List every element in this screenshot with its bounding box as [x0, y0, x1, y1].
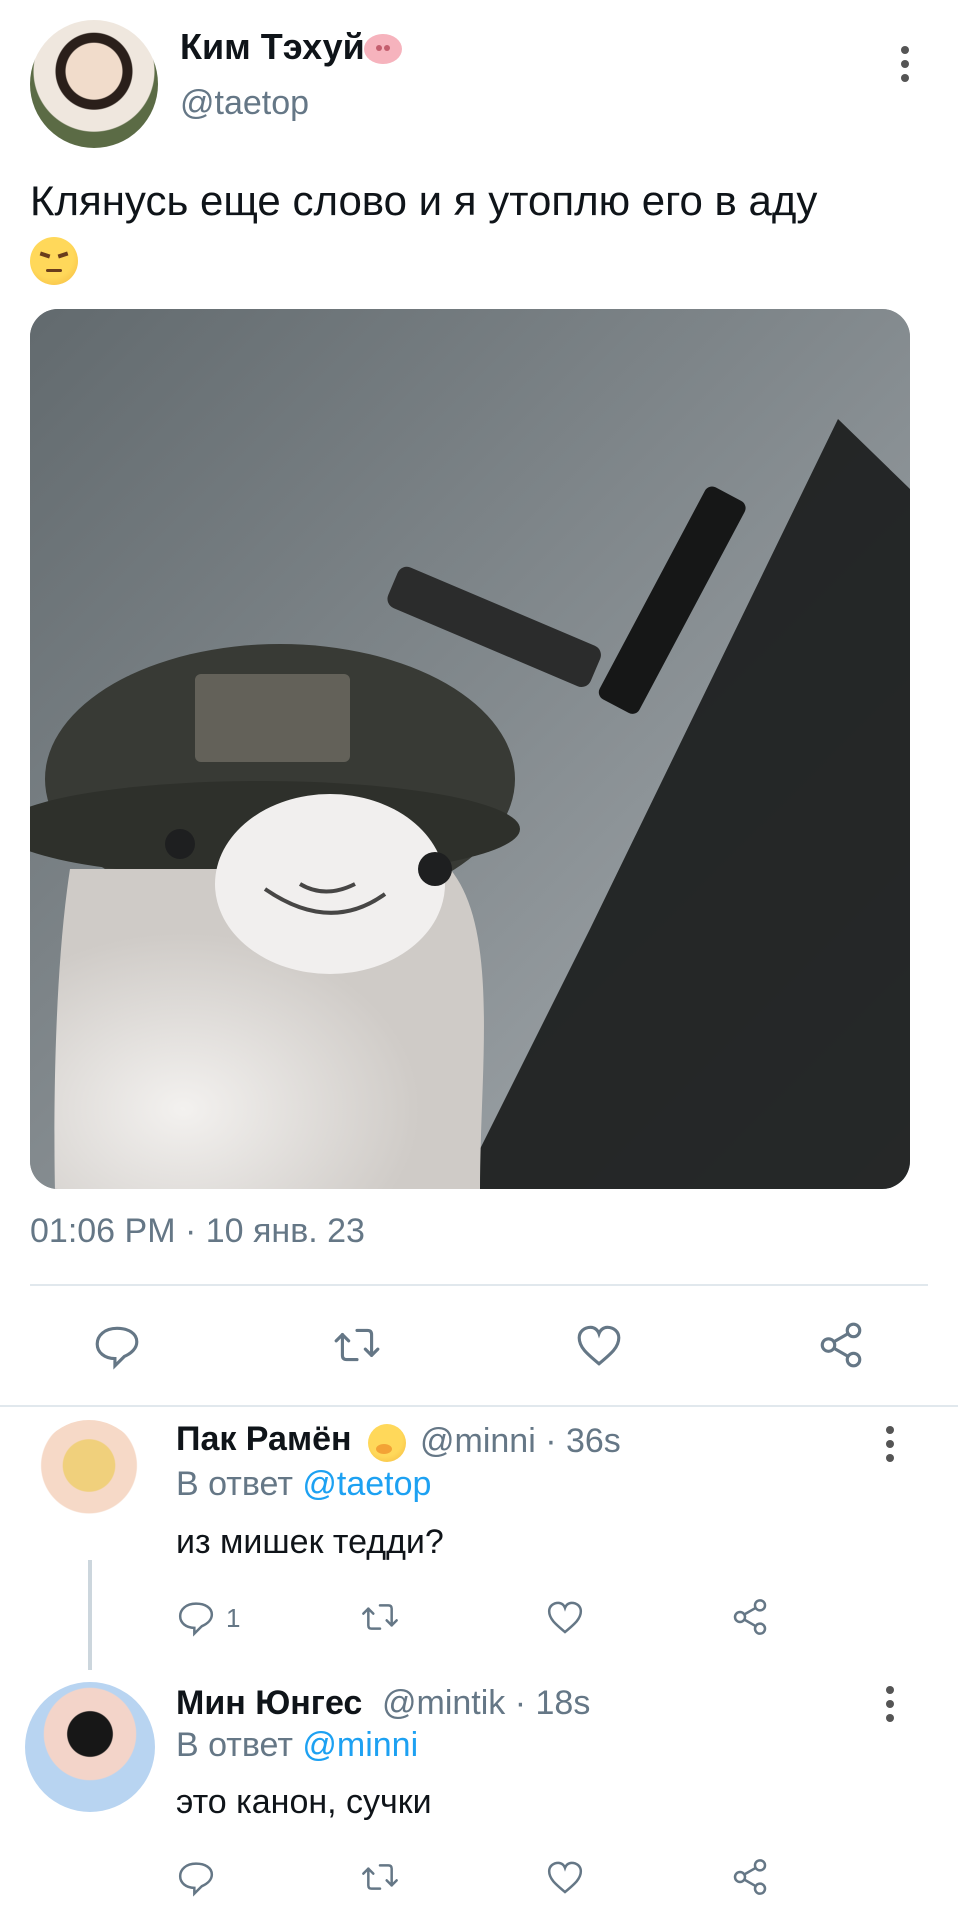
heart-icon[interactable] [574, 1320, 624, 1370]
divider [30, 1284, 928, 1286]
heart-icon[interactable] [545, 1857, 585, 1897]
retweet-icon[interactable] [360, 1857, 400, 1897]
author-display-name[interactable]: Ким Тэхуй [180, 26, 365, 68]
reply-text: это канон, сучки [176, 1783, 432, 1821]
pig-face-icon [364, 34, 402, 64]
author-avatar[interactable] [30, 20, 158, 148]
reply-to-handle[interactable]: @taetop [302, 1465, 431, 1503]
reply-icon[interactable] [176, 1597, 216, 1637]
angry-face-icon [30, 237, 78, 285]
reply-author-name[interactable]: Мин Юнгес [176, 1684, 362, 1723]
share-icon[interactable] [816, 1320, 866, 1370]
author-handle[interactable]: @taetop [180, 84, 309, 123]
reply-avatar[interactable] [30, 1420, 148, 1550]
reply-to-prefix: В ответ [176, 1726, 293, 1764]
reply-to-line: В ответ @minni [176, 1726, 418, 1765]
reply-icon[interactable] [176, 1857, 216, 1897]
reply-to-line: В ответ @taetop [176, 1465, 431, 1504]
reply-author-handle[interactable]: @mintik · 18s [382, 1684, 590, 1723]
face-with-hand-over-mouth-icon [368, 1424, 406, 1462]
reply-icon[interactable] [92, 1320, 142, 1370]
more-options-icon[interactable] [886, 1426, 894, 1462]
main-tweet: Ким Тэхуй @taetop Клянусь еще слово и я … [0, 0, 958, 1405]
reply-text: из мишек тедди? [176, 1523, 444, 1561]
share-icon[interactable] [730, 1597, 770, 1637]
reply-to-handle[interactable]: @minni [302, 1726, 418, 1764]
tweet-timestamp[interactable]: 01:06 PM · 10 янв. 23 [30, 1212, 365, 1251]
reply-author-name[interactable]: Пак Рамён [176, 1420, 352, 1459]
thread-line [88, 1560, 92, 1670]
reply-avatar[interactable] [25, 1682, 155, 1812]
retweet-icon[interactable] [332, 1320, 382, 1370]
reply-author-handle[interactable]: @minni · 36s [420, 1422, 621, 1461]
retweet-icon[interactable] [360, 1597, 400, 1637]
tweet-media-image[interactable] [30, 309, 910, 1189]
tweet-text: Клянусь еще слово и я утоплю его в аду [30, 170, 920, 294]
reply-count: 1 [226, 1603, 241, 1633]
heart-icon[interactable] [545, 1597, 585, 1637]
more-options-icon[interactable] [886, 1686, 894, 1722]
reply-to-prefix: В ответ [176, 1465, 293, 1503]
share-icon[interactable] [730, 1857, 770, 1897]
more-options-icon[interactable] [901, 46, 909, 82]
tweet-text-content: Клянусь еще слово и я утоплю его в аду [30, 177, 818, 224]
